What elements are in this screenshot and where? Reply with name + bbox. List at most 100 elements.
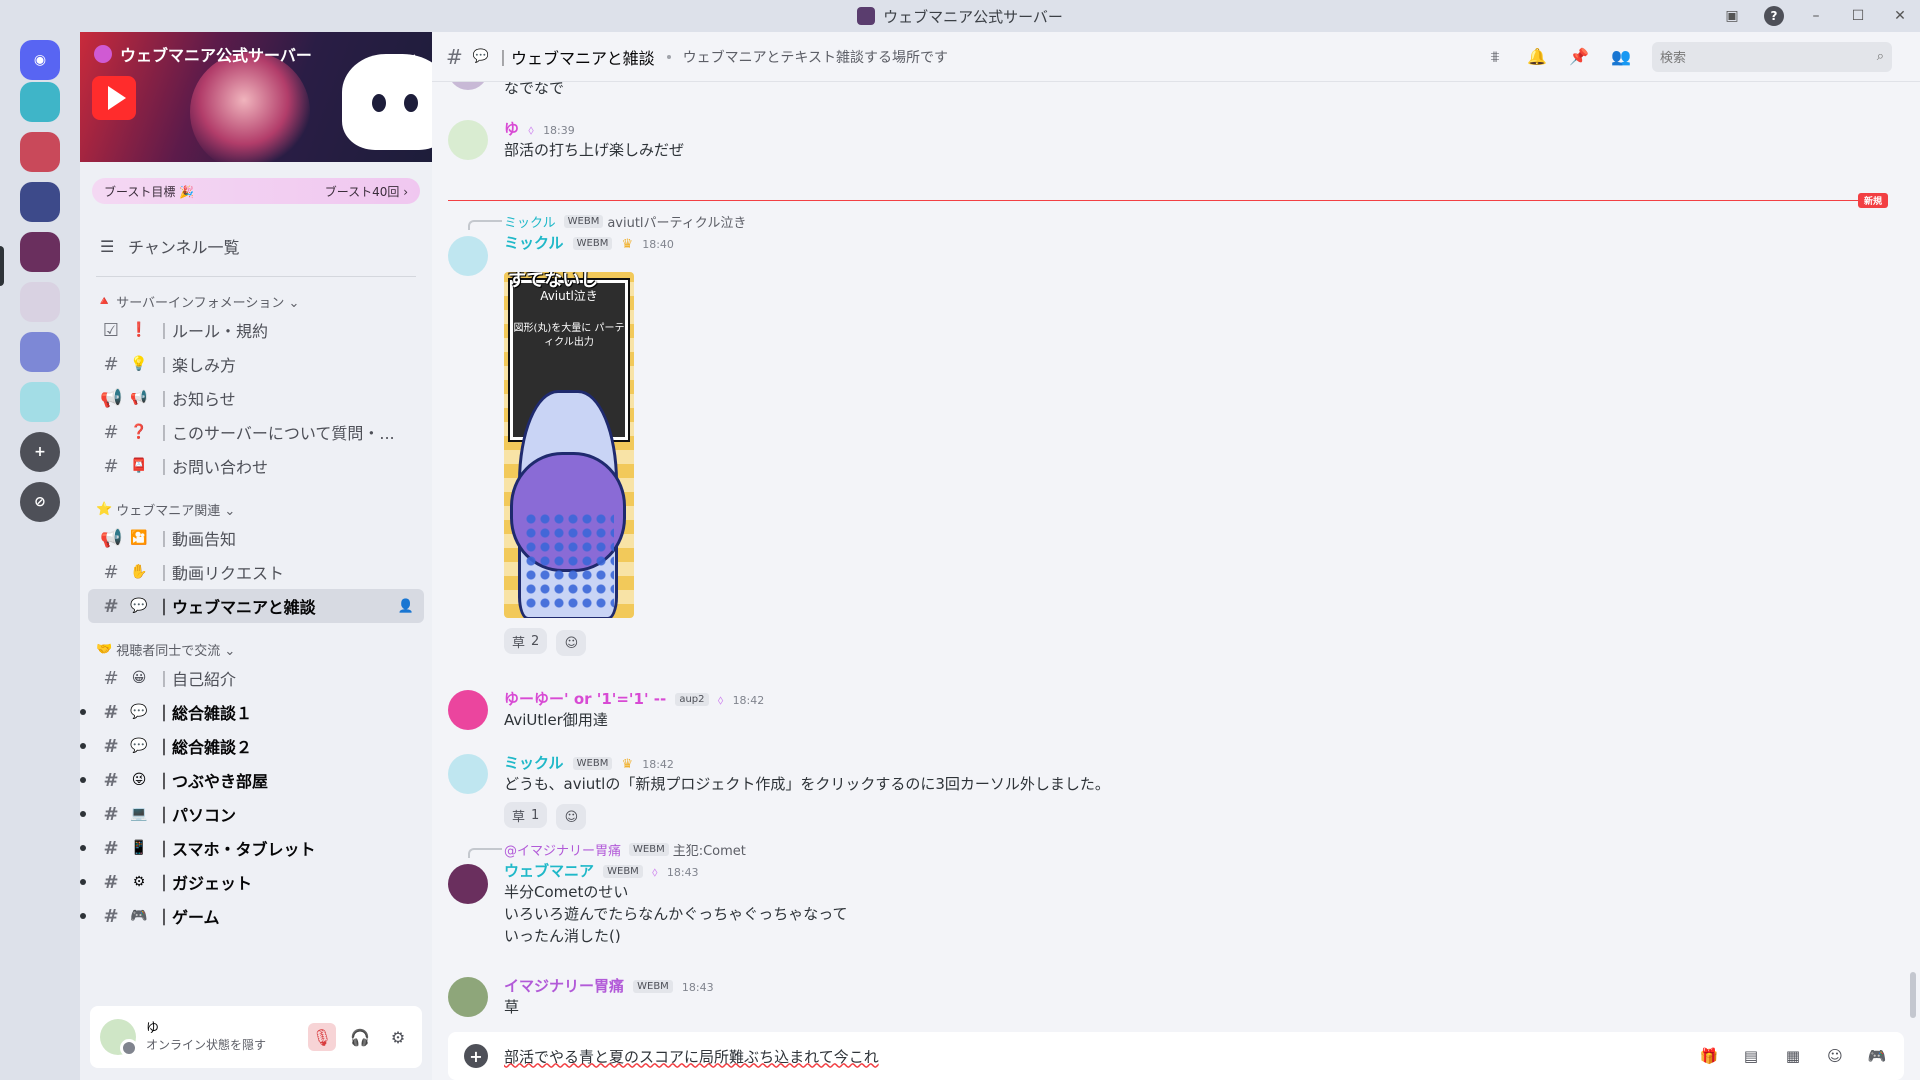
channel-gadget[interactable]: # ⚙ ｜ガジェット bbox=[80, 865, 424, 899]
avatar[interactable] bbox=[448, 236, 488, 276]
channel-general-1[interactable]: # 💬 ｜総合雑談１ bbox=[80, 695, 424, 729]
maximize-button[interactable]: ☐ bbox=[1848, 6, 1868, 26]
search-placeholder: 検索 bbox=[1660, 51, 1687, 66]
channel-label: ｜このサーバーについて質問・... bbox=[156, 424, 395, 443]
inbox-icon[interactable]: ▣ bbox=[1722, 6, 1742, 26]
avatar[interactable] bbox=[448, 754, 488, 794]
message-header: ゆ ⬨ 18:39 bbox=[504, 118, 575, 139]
category-webmania[interactable]: ⭐ ウェブマニア関連 ⌄ bbox=[96, 497, 424, 521]
channel-label: ｜総合雑談１ bbox=[156, 704, 253, 723]
channel-topic[interactable]: ウェブマニアとテキスト雑談する場所です bbox=[683, 47, 948, 67]
channel-video-request[interactable]: # ✋ ｜動画リクエスト bbox=[88, 555, 424, 589]
avatar[interactable] bbox=[100, 1019, 138, 1057]
username[interactable]: ゆ bbox=[504, 120, 519, 138]
hash-icon: # bbox=[103, 353, 119, 375]
unread-dot bbox=[80, 811, 86, 817]
sticker-icon[interactable]: ▦ bbox=[1782, 1045, 1804, 1067]
search-input[interactable]: 検索 ⌕ bbox=[1652, 41, 1892, 72]
boost-goal-bar[interactable]: ブースト目標 🎉 ブースト40回 › bbox=[92, 178, 420, 204]
reply-username: ミックル bbox=[504, 216, 556, 231]
message-list: なでなで ゆ ⬨ 18:39 部活の打ち上げ楽しみだぜ 新規 ミックル WEBM… bbox=[432, 82, 1902, 1032]
category-viewers[interactable]: 🤝 視聴者同士で交流 ⌄ bbox=[96, 637, 424, 661]
avatar[interactable] bbox=[448, 120, 488, 160]
gear-icon[interactable]: ⚙ bbox=[384, 1023, 412, 1051]
gift-icon[interactable]: 🎁 bbox=[1698, 1045, 1720, 1067]
composer-text[interactable]: 部活でやる青と夏のスコアに局所難ぶち込まれて今これ bbox=[504, 1046, 879, 1067]
channel-contact[interactable]: # 📮 ｜お問い合わせ bbox=[88, 449, 424, 483]
message-composer[interactable]: + 部活でやる青と夏のスコアに局所難ぶち込まれて今これ 🎁 ▤ ▦ ☺ 🎮 bbox=[448, 1032, 1904, 1080]
reply-preview[interactable]: @イマジナリー胃痛 WEBM 主犯:Comet bbox=[504, 840, 746, 859]
headphones-icon[interactable]: 🎧 bbox=[346, 1023, 374, 1051]
category-server-info[interactable]: 🔺 サーバーインフォメーション ⌄ bbox=[96, 289, 424, 313]
username[interactable]: イマジナリー胃痛 bbox=[504, 977, 624, 995]
activities-icon[interactable]: 🎮 bbox=[1866, 1045, 1888, 1067]
channel-video-announce[interactable]: 📢 🎦 ｜動画告知 bbox=[88, 521, 424, 555]
channel-questions[interactable]: # ❓ ｜このサーバーについて質問・... bbox=[88, 415, 424, 449]
pin-icon[interactable]: 📌 bbox=[1568, 46, 1590, 68]
minimize-button[interactable]: – bbox=[1806, 6, 1826, 26]
scrollbar[interactable] bbox=[1910, 972, 1916, 1018]
mute-mic-icon[interactable]: 🎙 bbox=[308, 1023, 336, 1051]
channel-how-to-enjoy[interactable]: # 💡 ｜楽しみ方 bbox=[88, 347, 424, 381]
add-server-icon[interactable]: + bbox=[20, 432, 60, 472]
channel-pc[interactable]: # 💻 ｜パソコン bbox=[80, 797, 424, 831]
discord-home-icon[interactable]: ◉ bbox=[20, 40, 60, 80]
reaction-grass[interactable]: 草 1 bbox=[504, 802, 548, 828]
unread-dot bbox=[80, 743, 86, 749]
image-attachment[interactable]: Aviutl泣き 図形(丸)を大量に パーティクル出力 すてないし bbox=[504, 272, 634, 618]
new-badge: 新規 bbox=[1857, 193, 1888, 208]
server-icon[interactable] bbox=[20, 182, 60, 222]
avatar[interactable] bbox=[448, 977, 488, 1017]
attach-plus-icon[interactable]: + bbox=[464, 1044, 488, 1068]
help-icon[interactable]: ? bbox=[1764, 6, 1784, 26]
channel-label: ｜ゲーム bbox=[156, 908, 220, 927]
username[interactable]: ミックル bbox=[504, 234, 564, 252]
gif-icon[interactable]: ▤ bbox=[1740, 1045, 1762, 1067]
reaction-emoji: 草 bbox=[512, 635, 526, 651]
channel-announcements[interactable]: 📢 📢 ｜お知らせ bbox=[88, 381, 424, 415]
username[interactable]: ゆーゆー' or '1'='1' -- bbox=[504, 690, 666, 708]
server-icon-selected[interactable] bbox=[20, 232, 60, 272]
username[interactable]: ウェブマニア bbox=[504, 862, 594, 880]
invite-icon[interactable]: 👤 bbox=[398, 599, 414, 614]
server-icon[interactable] bbox=[20, 282, 60, 322]
add-reaction-icon[interactable]: ☺ bbox=[556, 630, 587, 656]
close-button[interactable]: ✕ bbox=[1890, 6, 1910, 26]
reaction-grass[interactable]: 草 2 bbox=[504, 628, 548, 654]
threads-icon[interactable]: ⩨ bbox=[1484, 46, 1506, 68]
server-icon[interactable] bbox=[20, 382, 60, 422]
message-text: どうも、aviutlの「新規プロジェクト作成」をクリックするのに3回カーソル外し… bbox=[504, 775, 1110, 793]
channel-webmania-chat[interactable]: # 💬 ｜ウェブマニアと雑談 👤 bbox=[88, 589, 424, 623]
channel-smartphone[interactable]: # 📱 ｜スマホ・タブレット bbox=[80, 831, 424, 865]
avatar[interactable] bbox=[448, 690, 488, 730]
server-icon[interactable] bbox=[20, 132, 60, 172]
channel-self-intro[interactable]: # 😀 ｜自己紹介 bbox=[88, 661, 424, 695]
channel-emoji: 💡 bbox=[130, 356, 148, 372]
server-name-header[interactable]: ウェブマニア公式サーバー ⌄ bbox=[94, 42, 418, 66]
avatar[interactable] bbox=[448, 82, 488, 90]
channel-general-2[interactable]: # 💬 ｜総合雑談２ bbox=[80, 729, 424, 763]
server-icon[interactable] bbox=[20, 82, 60, 122]
avatar[interactable] bbox=[448, 864, 488, 904]
category-label: ウェブマニア関連 ⌄ bbox=[116, 503, 236, 519]
user-info[interactable]: ゆ オンライン状態を隠す bbox=[146, 1021, 266, 1053]
server-icon[interactable] bbox=[20, 332, 60, 372]
channel-tweets[interactable]: # 😜 ｜つぶやき部屋 bbox=[80, 763, 424, 797]
reply-preview[interactable]: ミックル WEBM aviutlパーティクル泣き bbox=[504, 212, 746, 231]
channel-rules[interactable]: ☑ ❗ ｜ルール・規約 bbox=[88, 313, 424, 347]
user-panel: ゆ オンライン状態を隠す 🎙 🎧 ⚙ bbox=[90, 1006, 422, 1068]
channel-title: ｜ウェブマニアと雑談 bbox=[494, 48, 655, 68]
emoji-icon[interactable]: ☺ bbox=[1824, 1045, 1846, 1067]
members-icon[interactable]: 👥 bbox=[1610, 46, 1632, 68]
bell-icon[interactable]: 🔔 bbox=[1526, 46, 1548, 68]
message-text: 部活の打ち上げ楽しみだぜ bbox=[504, 141, 685, 159]
channel-label: ｜ルール・規約 bbox=[156, 322, 269, 341]
add-reaction-icon[interactable]: ☺ bbox=[556, 804, 587, 830]
channel-game[interactable]: # 🎮 ｜ゲーム bbox=[80, 899, 424, 933]
category-label: 視聴者同士で交流 ⌄ bbox=[116, 643, 236, 659]
server-rail: ◉ + ⊘ bbox=[0, 32, 80, 1080]
channel-list-button[interactable]: ☰ チャンネル一覧 bbox=[88, 228, 424, 264]
server-banner: ウェブマニア公式サーバー ⌄ bbox=[80, 32, 432, 162]
explore-icon[interactable]: ⊘ bbox=[20, 482, 60, 522]
username[interactable]: ミックル bbox=[504, 754, 564, 772]
